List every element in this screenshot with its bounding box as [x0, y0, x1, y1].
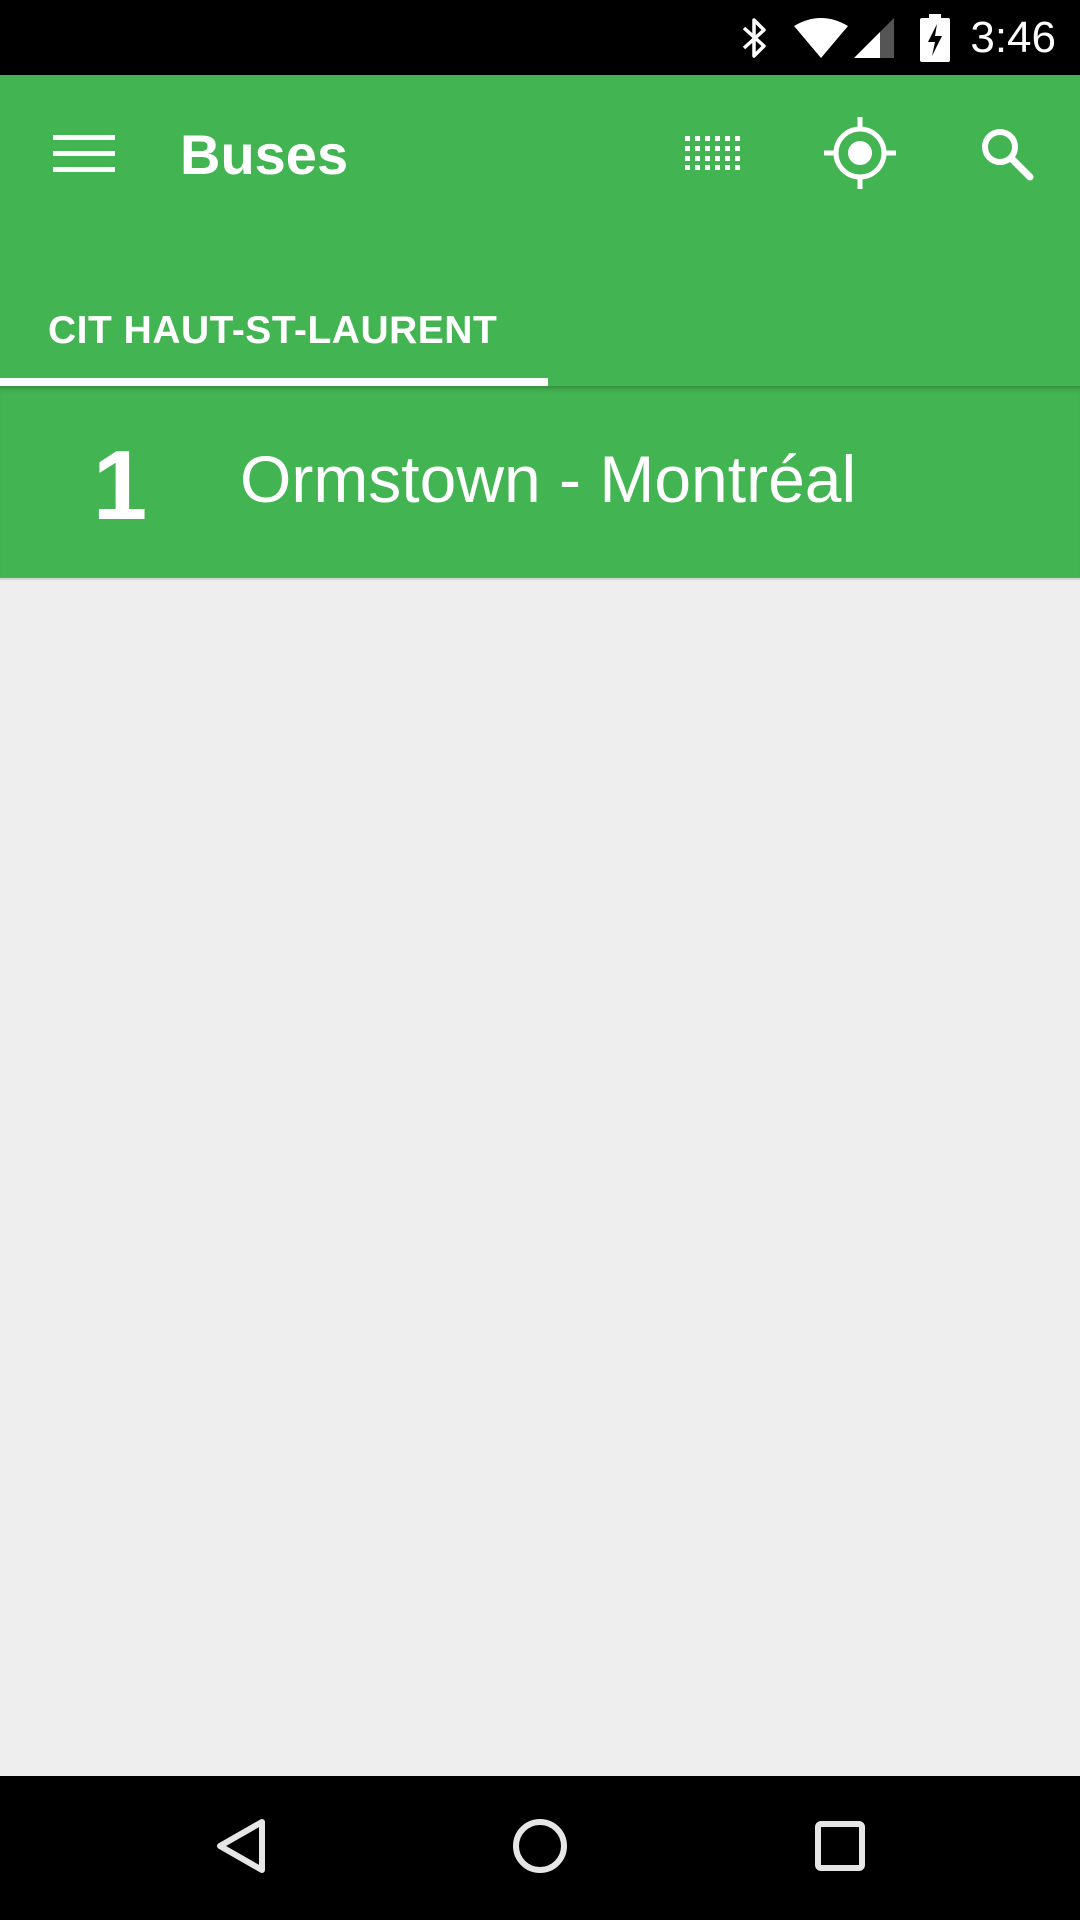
my-location-button[interactable]: [810, 115, 910, 195]
my-location-icon: [824, 116, 896, 194]
recents-icon: [814, 1820, 866, 1877]
back-icon: [212, 1816, 268, 1881]
route-number: 1: [92, 430, 148, 540]
back-button[interactable]: [180, 1798, 300, 1898]
search-button[interactable]: [956, 115, 1056, 195]
recents-button[interactable]: [780, 1798, 900, 1898]
search-icon: [978, 125, 1034, 186]
bluetooth-icon: [740, 16, 768, 60]
menu-icon: [53, 133, 115, 178]
empty-content-area: [0, 580, 1080, 1776]
status-icons: 3:46: [740, 0, 1080, 75]
home-icon: [511, 1817, 569, 1880]
app-title: Buses: [180, 123, 349, 186]
route-list: 1 Ormstown - Montréal: [0, 386, 1080, 580]
route-name: Ormstown - Montréal: [240, 442, 857, 516]
wifi-icon: [792, 16, 850, 60]
status-bar: 3:46: [0, 0, 1080, 75]
status-time: 3:46: [970, 12, 1056, 62]
tab-indicator: [0, 378, 548, 386]
navigation-bar: [0, 1776, 1080, 1920]
battery-charging-icon: [920, 13, 951, 62]
grid-view-icon: [685, 135, 743, 175]
app-bar: Buses CIT HAUT-ST-LAURENT: [0, 75, 1080, 386]
menu-button[interactable]: [30, 115, 138, 195]
route-row[interactable]: 1 Ormstown - Montréal: [0, 386, 1080, 580]
home-button[interactable]: [480, 1798, 600, 1898]
tab-label: CIT HAUT-ST-LAURENT: [48, 309, 498, 352]
grid-view-button[interactable]: [664, 115, 764, 195]
signal-icon: [852, 16, 896, 60]
tab-cit-haut-st-laurent[interactable]: CIT HAUT-ST-LAURENT: [0, 285, 548, 386]
